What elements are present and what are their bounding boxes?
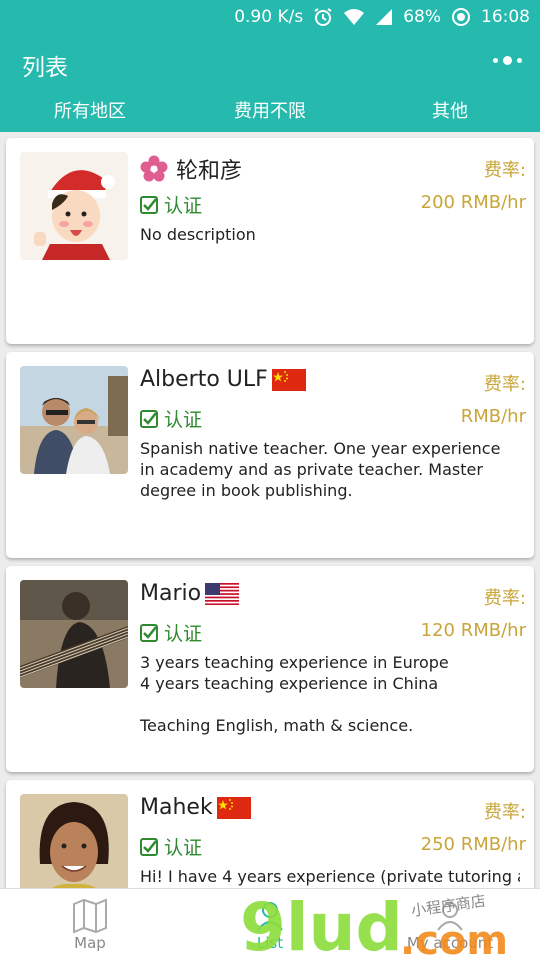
avatar — [20, 794, 128, 888]
filter-price[interactable]: 费用不限 — [180, 94, 360, 132]
china-flag-icon — [216, 796, 251, 819]
teacher-name-text: 轮和彦 — [176, 159, 243, 184]
checkbox-check-icon — [140, 837, 158, 856]
wifi-icon — [343, 8, 365, 26]
teacher-card[interactable]: Alberto ULF 认证 费率: RMB/hr Spanish native… — [6, 352, 534, 558]
us-flag-icon — [205, 582, 240, 605]
avatar — [20, 152, 128, 260]
teacher-name-text: Alberto ULF — [140, 367, 268, 392]
rate-value: 120 RMB/hr — [420, 620, 526, 641]
verified-label: 认证 — [164, 409, 203, 431]
verified-badge: 认证 — [140, 619, 202, 646]
nav-map[interactable]: Map — [0, 889, 180, 960]
teacher-name: Mahek — [140, 795, 251, 820]
verified-label: 认证 — [164, 195, 203, 217]
rate-value: RMB/hr — [460, 406, 526, 427]
title-bar: 列表 — [0, 34, 540, 94]
filter-bar: 所有地区 费用不限 其他 — [0, 94, 540, 132]
verified-badge: 认证 — [140, 191, 202, 218]
nav-account-label: My account — [406, 934, 494, 952]
teacher-description: Hi! I have 4 years experience (private t… — [140, 867, 520, 886]
filter-other[interactable]: 其他 — [360, 94, 540, 132]
nav-map-label: Map — [74, 934, 106, 952]
filter-region[interactable]: 所有地区 — [0, 94, 180, 132]
map-icon — [73, 898, 107, 934]
teacher-name: Mario — [140, 581, 240, 606]
more-menu-icon[interactable] — [493, 56, 522, 65]
checkbox-check-icon — [140, 409, 158, 428]
teacher-description: Spanish native teacher. One year experie… — [140, 439, 501, 500]
china-flag-icon — [271, 368, 306, 391]
signal-icon — [375, 8, 393, 26]
verified-badge: 认证 — [140, 405, 202, 432]
teacher-card[interactable]: 轮和彦 认证 费率: 200 RMB/hr No description — [6, 138, 534, 344]
teacher-name: Alberto ULF — [140, 367, 306, 392]
teacher-name-text: Mario — [140, 581, 202, 606]
teacher-card[interactable]: Mahek 认证 费率: 250 RMB/hr Hi! I have 4 yea… — [6, 780, 534, 888]
avatar — [20, 366, 128, 474]
rate-label: 费率: — [483, 802, 526, 823]
nav-account[interactable]: My account — [360, 889, 540, 960]
page-title: 列表 — [22, 55, 68, 81]
bottom-nav: Map List My account — [0, 888, 540, 960]
account-icon — [437, 902, 463, 931]
list-icon — [257, 902, 283, 931]
clock: 16:08 — [481, 7, 530, 27]
teacher-description: No description — [140, 225, 256, 244]
teacher-list: 轮和彦 认证 费率: 200 RMB/hr No description Alb… — [0, 132, 540, 888]
battery-level: 68% — [403, 7, 441, 27]
teacher-description: 3 years teaching experience in Europe 4 … — [140, 653, 449, 735]
teacher-name-text: Mahek — [140, 795, 213, 820]
rate-label: 费率: — [483, 160, 526, 181]
nav-list[interactable]: List — [180, 889, 360, 960]
rate-value: 250 RMB/hr — [420, 834, 526, 855]
avatar — [20, 580, 128, 688]
status-bar: 0.90 K/s 68% 16:08 — [0, 0, 540, 34]
verified-label: 认证 — [164, 837, 203, 859]
verified-label: 认证 — [164, 623, 203, 645]
nav-list-label: List — [256, 934, 284, 952]
network-speed: 0.90 K/s — [234, 7, 304, 27]
alarm-icon — [313, 7, 333, 27]
verified-badge: 认证 — [140, 833, 202, 860]
rate-label: 费率: — [483, 374, 526, 395]
teacher-name: 轮和彦 — [140, 153, 242, 185]
battery-icon — [451, 7, 471, 27]
checkbox-check-icon — [140, 195, 158, 214]
rate-label: 费率: — [483, 588, 526, 609]
checkbox-check-icon — [140, 623, 158, 642]
flower-badge-icon — [140, 155, 168, 183]
rate-value: 200 RMB/hr — [420, 192, 526, 213]
teacher-card[interactable]: Mario 认证 费率: 120 RMB/hr 3 years teaching… — [6, 566, 534, 772]
